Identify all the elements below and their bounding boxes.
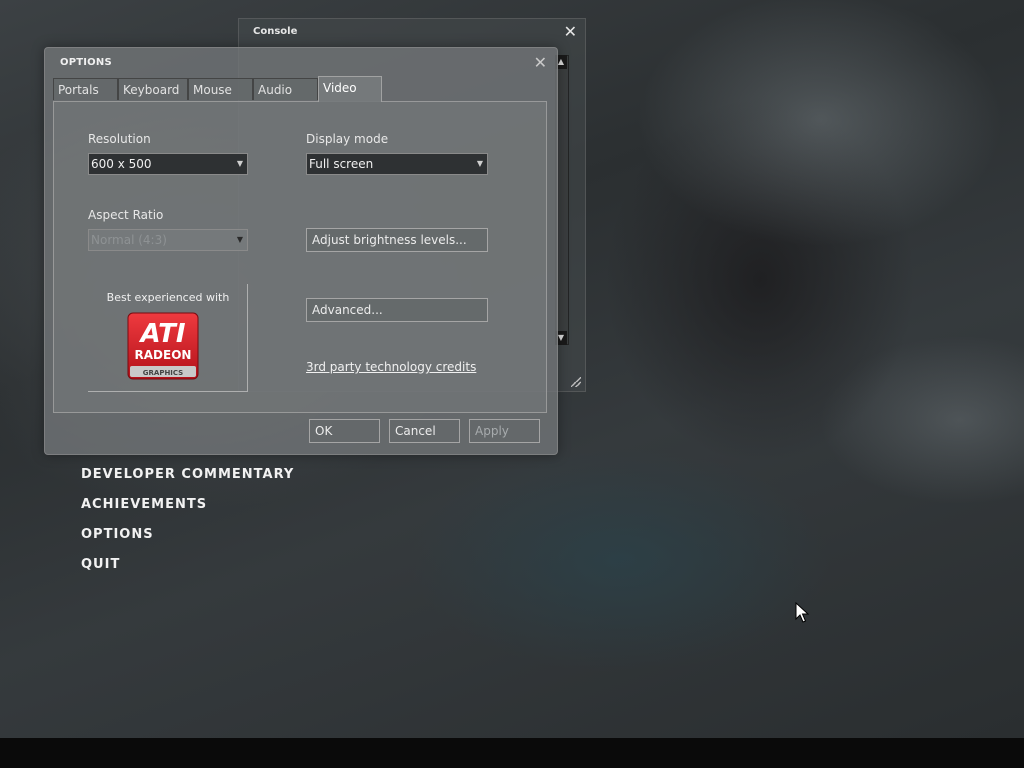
- advanced-button[interactable]: Advanced...: [306, 298, 488, 322]
- sponsor-caption: Best experienced with: [106, 291, 230, 304]
- resolution-label: Resolution: [88, 132, 151, 146]
- display-mode-value: Full screen: [309, 157, 374, 171]
- console-title: Console: [253, 26, 298, 37]
- resolution-value: 600 x 500: [91, 157, 152, 171]
- mouse-cursor-icon: [795, 602, 809, 623]
- ok-button[interactable]: OK: [309, 419, 380, 443]
- ati-radeon-logo: ATI RADEON GRAPHICS: [127, 312, 199, 380]
- adjust-brightness-button[interactable]: Adjust brightness levels...: [306, 228, 488, 252]
- tab-portals[interactable]: Portals: [53, 78, 118, 100]
- resize-grip-icon[interactable]: [571, 377, 581, 387]
- ati-logo-line2: RADEON: [135, 348, 192, 362]
- display-mode-label: Display mode: [306, 132, 389, 146]
- credits-link[interactable]: 3rd party technology credits: [306, 360, 476, 374]
- close-icon[interactable]: ✕: [564, 22, 577, 41]
- ati-logo-line3: GRAPHICS: [143, 369, 183, 377]
- aspect-ratio-dropdown[interactable]: Normal (4:3) ▼: [88, 229, 248, 251]
- options-dialog: OPTIONS ✕ Portals Keyboard Mouse Audio V…: [44, 47, 558, 455]
- aspect-ratio-label: Aspect Ratio: [88, 208, 164, 222]
- chevron-down-icon: ▼: [236, 235, 243, 244]
- game-screen: Console ✕ ▲ ▼ OPTIONS ✕ Portals Keyboard…: [0, 0, 1024, 768]
- display-mode-dropdown[interactable]: Full screen ▼: [306, 153, 488, 175]
- tab-mouse[interactable]: Mouse: [188, 78, 253, 100]
- cancel-button[interactable]: Cancel: [389, 419, 460, 443]
- chevron-down-icon: ▼: [236, 159, 243, 168]
- menu-item-achievements[interactable]: ACHIEVEMENTS: [81, 497, 207, 512]
- menu-item-quit[interactable]: QUIT: [81, 557, 120, 572]
- tab-keyboard[interactable]: Keyboard: [118, 78, 188, 100]
- menu-item-developer-commentary[interactable]: DEVELOPER COMMENTARY: [81, 467, 294, 482]
- aspect-ratio-value: Normal (4:3): [91, 233, 167, 247]
- menu-item-options[interactable]: OPTIONS: [81, 527, 154, 542]
- apply-button[interactable]: Apply: [469, 419, 540, 443]
- tab-video[interactable]: Video: [318, 76, 382, 102]
- letterbox-band: [0, 738, 1024, 768]
- ati-logo-brand: ATI: [138, 319, 185, 349]
- tab-audio[interactable]: Audio: [253, 78, 318, 100]
- chevron-down-icon: ▼: [476, 159, 483, 168]
- dialog-title: OPTIONS: [60, 57, 112, 68]
- close-icon[interactable]: ✕: [534, 53, 547, 72]
- resolution-dropdown[interactable]: 600 x 500 ▼: [88, 153, 248, 175]
- sponsor-box: Best experienced with ATI RADEON GRAPHIC…: [88, 284, 248, 392]
